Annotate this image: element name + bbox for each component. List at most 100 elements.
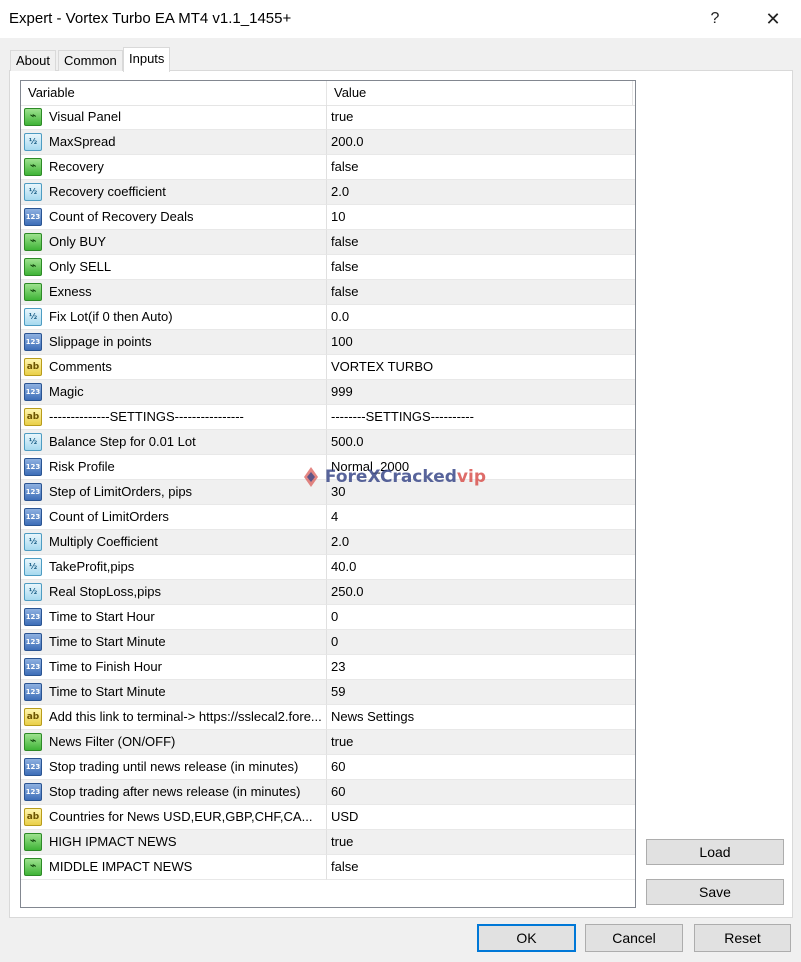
variable-cell[interactable]: ⌁ MIDDLE IMPACT NEWS [21, 855, 327, 880]
table-row[interactable]: ⌁ Visual Panel true [21, 105, 635, 130]
tab-inputs[interactable]: Inputs [123, 47, 171, 72]
variable-cell[interactable]: ½ Balance Step for 0.01 Lot [21, 430, 327, 455]
value-cell[interactable]: false [327, 255, 635, 280]
variable-cell[interactable]: ⌁ Only BUY [21, 230, 327, 255]
variable-cell[interactable]: 123 Time to Finish Hour [21, 655, 327, 680]
variable-cell[interactable]: 123 Time to Start Minute [21, 680, 327, 705]
variable-cell[interactable]: ab Add this link to terminal-> https://ss… [21, 705, 327, 730]
variable-cell[interactable]: ½ Recovery coefficient [21, 180, 327, 205]
variable-cell[interactable]: ½ TakeProfit,pips [21, 555, 327, 580]
value-cell[interactable]: 0.0 [327, 305, 635, 330]
variable-cell[interactable]: ⌁ HIGH IPMACT NEWS [21, 830, 327, 855]
value-cell[interactable]: 999 [327, 380, 635, 405]
save-button[interactable]: Save [646, 879, 784, 905]
variable-cell[interactable]: 123 Stop trading until news release (in m… [21, 755, 327, 780]
load-button[interactable]: Load [646, 839, 784, 865]
table-row[interactable]: ab Add this link to terminal-> https://ss… [21, 705, 635, 730]
table-row[interactable]: ⌁ MIDDLE IMPACT NEWS false [21, 855, 635, 880]
table-row[interactable]: 123 Slippage in points 100 [21, 330, 635, 355]
value-cell[interactable]: 250.0 [327, 580, 635, 605]
tab-about[interactable]: About [10, 50, 56, 71]
value-cell[interactable]: 60 [327, 780, 635, 805]
table-row[interactable]: 123 Count of Recovery Deals 10 [21, 205, 635, 230]
table-row[interactable]: ½ Fix Lot(if 0 then Auto) 0.0 [21, 305, 635, 330]
value-cell[interactable]: 60 [327, 755, 635, 780]
table-row[interactable]: ⌁ News Filter (ON/OFF) true [21, 730, 635, 755]
table-row[interactable]: 123 Time to Finish Hour 23 [21, 655, 635, 680]
table-row[interactable]: ⌁ Only SELL false [21, 255, 635, 280]
value-cell[interactable]: 23 [327, 655, 635, 680]
table-row[interactable]: 123 Count of LimitOrders 4 [21, 505, 635, 530]
variable-cell[interactable]: ⌁ News Filter (ON/OFF) [21, 730, 327, 755]
table-row[interactable]: 123 Risk Profile Normal_2000 [21, 455, 635, 480]
table-row[interactable]: ½ Recovery coefficient 2.0 [21, 180, 635, 205]
value-cell[interactable]: 40.0 [327, 555, 635, 580]
variable-cell[interactable]: 123 Slippage in points [21, 330, 327, 355]
column-header-value[interactable]: Value [327, 81, 633, 105]
value-cell[interactable]: 200.0 [327, 130, 635, 155]
column-header-variable[interactable]: Variable [21, 81, 327, 105]
variable-cell[interactable]: ⌁ Recovery [21, 155, 327, 180]
table-row[interactable]: 123 Time to Start Hour 0 [21, 605, 635, 630]
variable-cell[interactable]: 123 Count of LimitOrders [21, 505, 327, 530]
table-row[interactable]: ½ MaxSpread 200.0 [21, 130, 635, 155]
value-cell[interactable]: true [327, 830, 635, 855]
table-row[interactable]: ab Countries for News USD,EUR,GBP,CHF,CA.… [21, 805, 635, 830]
variable-cell[interactable]: 123 Time to Start Hour [21, 605, 327, 630]
value-cell[interactable]: false [327, 230, 635, 255]
variable-cell[interactable]: ½ MaxSpread [21, 130, 327, 155]
value-cell[interactable]: 100 [327, 330, 635, 355]
value-cell[interactable]: --------SETTINGS---------- [327, 405, 635, 430]
value-cell[interactable]: false [327, 280, 635, 305]
table-row[interactable]: ⌁ Recovery false [21, 155, 635, 180]
value-cell[interactable]: false [327, 855, 635, 880]
table-row[interactable]: 123 Time to Start Minute 0 [21, 630, 635, 655]
ok-button[interactable]: OK [477, 924, 576, 952]
tab-common[interactable]: Common [58, 50, 123, 71]
table-row[interactable]: 123 Magic 999 [21, 380, 635, 405]
variable-cell[interactable]: 123 Count of Recovery Deals [21, 205, 327, 230]
variable-cell[interactable]: 123 Stop trading after news release (in m… [21, 780, 327, 805]
table-row[interactable]: ½ Real StopLoss,pips 250.0 [21, 580, 635, 605]
value-cell[interactable]: true [327, 105, 635, 130]
variable-cell[interactable]: 123 Time to Start Minute [21, 630, 327, 655]
value-cell[interactable]: 2.0 [327, 180, 635, 205]
table-row[interactable]: ½ Multiply Coefficient 2.0 [21, 530, 635, 555]
variable-cell[interactable]: ab Comments [21, 355, 327, 380]
value-cell[interactable]: 4 [327, 505, 635, 530]
table-row[interactable]: ½ TakeProfit,pips 40.0 [21, 555, 635, 580]
table-row[interactable]: 123 Step of LimitOrders, pips 30 [21, 480, 635, 505]
variable-cell[interactable]: 123 Magic [21, 380, 327, 405]
variable-cell[interactable]: ab --------------SETTINGS---------------- [21, 405, 327, 430]
variable-cell[interactable]: ½ Multiply Coefficient [21, 530, 327, 555]
variable-cell[interactable]: ab Countries for News USD,EUR,GBP,CHF,CA.… [21, 805, 327, 830]
table-row[interactable]: ab --------------SETTINGS----------------… [21, 405, 635, 430]
table-row[interactable]: ab Comments VORTEX TURBO [21, 355, 635, 380]
value-cell[interactable]: true [327, 730, 635, 755]
value-cell[interactable]: 30 [327, 480, 635, 505]
variable-cell[interactable]: 123 Step of LimitOrders, pips [21, 480, 327, 505]
value-cell[interactable]: 0 [327, 630, 635, 655]
close-button[interactable]: ✕ [755, 4, 791, 34]
value-cell[interactable]: News Settings [327, 705, 635, 730]
value-cell[interactable]: 10 [327, 205, 635, 230]
value-cell[interactable]: USD [327, 805, 635, 830]
value-cell[interactable]: Normal_2000 [327, 455, 635, 480]
table-row[interactable]: ½ Balance Step for 0.01 Lot 500.0 [21, 430, 635, 455]
variable-cell[interactable]: ⌁ Only SELL [21, 255, 327, 280]
value-cell[interactable]: 0 [327, 605, 635, 630]
value-cell[interactable]: 59 [327, 680, 635, 705]
value-cell[interactable]: false [327, 155, 635, 180]
reset-button[interactable]: Reset [694, 924, 791, 952]
variable-cell[interactable]: 123 Risk Profile [21, 455, 327, 480]
table-row[interactable]: ⌁ Exness false [21, 280, 635, 305]
cancel-button[interactable]: Cancel [585, 924, 683, 952]
table-row[interactable]: 123 Time to Start Minute 59 [21, 680, 635, 705]
value-cell[interactable]: 500.0 [327, 430, 635, 455]
value-cell[interactable]: VORTEX TURBO [327, 355, 635, 380]
table-row[interactable]: 123 Stop trading until news release (in m… [21, 755, 635, 780]
table-row[interactable]: ⌁ Only BUY false [21, 230, 635, 255]
variable-cell[interactable]: ½ Real StopLoss,pips [21, 580, 327, 605]
help-button[interactable]: ? [700, 5, 730, 33]
table-row[interactable]: 123 Stop trading after news release (in m… [21, 780, 635, 805]
